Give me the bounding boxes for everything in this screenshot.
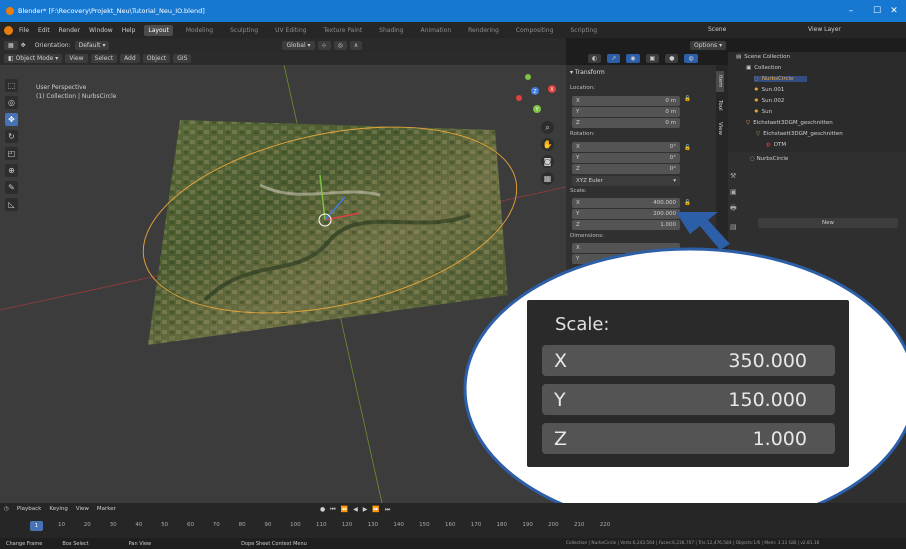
record-icon[interactable]: ● xyxy=(320,506,325,514)
timeline-tick-label: 210 xyxy=(573,522,585,528)
status-bar: Change Frame Box Select Pan View Dope Sh… xyxy=(0,538,906,549)
timeline-tick-label: 170 xyxy=(470,522,482,528)
status-change-frame: Change Frame xyxy=(6,540,43,547)
timeline-tick-label: 150 xyxy=(419,522,430,528)
timeline-menu-view[interactable]: View xyxy=(76,506,89,512)
zoom-scale-y-field[interactable]: Y 150.000 xyxy=(542,384,835,415)
zoom-scale-x-field[interactable]: X 350.000 xyxy=(542,345,835,376)
timeline-menu-marker[interactable]: Marker xyxy=(97,506,116,512)
step-forward-icon[interactable]: ⏩ xyxy=(372,506,379,514)
jump-end-icon[interactable]: ⏭ xyxy=(385,506,390,514)
timeline-tick-label: 60 xyxy=(186,522,194,528)
timeline-tick-label: 10 xyxy=(58,522,65,528)
timeline-tick-label: 100 xyxy=(290,522,301,528)
timeline-tick-label: 220 xyxy=(599,522,611,528)
timeline-tick-label: 200 xyxy=(548,522,559,528)
step-back-icon[interactable]: ⏪ xyxy=(341,506,348,514)
zoom-scale-label: Scale: xyxy=(555,314,610,335)
timeline-tick-label: 90 xyxy=(264,522,272,528)
timeline-tick-label: 120 xyxy=(341,522,353,528)
status-pan-view: Pan View xyxy=(128,540,152,547)
timeline-menu-keying[interactable]: Keying xyxy=(49,506,67,512)
current-frame-indicator[interactable]: 1 xyxy=(30,521,43,531)
blender-window: Blender* [F:\Recovery\Projekt_Neu\Tutori… xyxy=(0,0,906,549)
timeline-tick-label: 50 xyxy=(161,522,169,528)
timeline-tick-label: 80 xyxy=(238,522,246,528)
timeline-editor-icon[interactable]: ◷ xyxy=(4,506,9,512)
status-box-select: Box Select xyxy=(62,540,89,547)
timeline-tick-label: 160 xyxy=(444,522,456,528)
play-icon[interactable]: ▶ xyxy=(363,506,368,514)
timeline-ruler[interactable]: 10 20 30 40 50 60 70 80 90 100 110 120 130 140 150 160 1… xyxy=(58,522,626,528)
timeline-tick-label: 30 xyxy=(109,522,117,528)
timeline-menu-playback[interactable]: Playback xyxy=(17,506,42,512)
play-reverse-icon[interactable]: ◀ xyxy=(353,506,358,514)
timeline-tick-label: 190 xyxy=(522,522,533,528)
timeline-tick-label: 40 xyxy=(135,522,143,528)
timeline-tick-label: 70 xyxy=(212,522,220,528)
timeline-tick-label: 130 xyxy=(367,522,379,528)
callout-arrow-icon xyxy=(676,212,730,250)
zoom-scale-z-field[interactable]: Z 1.000 xyxy=(542,423,835,454)
status-scene-stats: Collection | NurbsCircle | Verts:6,243,5… xyxy=(566,541,820,546)
timeline-tick-label: 180 xyxy=(496,522,508,528)
status-context-menu: Dope Sheet Context Menu xyxy=(241,540,307,547)
timeline: ◷ Playback Keying View Marker ● ⏮ ⏪ ◀ ▶ … xyxy=(0,503,906,538)
scale-zoom-card: Scale: X 350.000 Y 150.000 Z 1.000 xyxy=(527,300,849,467)
timeline-tick-label: 110 xyxy=(315,522,327,528)
jump-start-icon[interactable]: ⏮ xyxy=(330,506,335,514)
timeline-tick-label: 20 xyxy=(83,522,91,528)
timeline-tick-label: 140 xyxy=(393,522,404,528)
